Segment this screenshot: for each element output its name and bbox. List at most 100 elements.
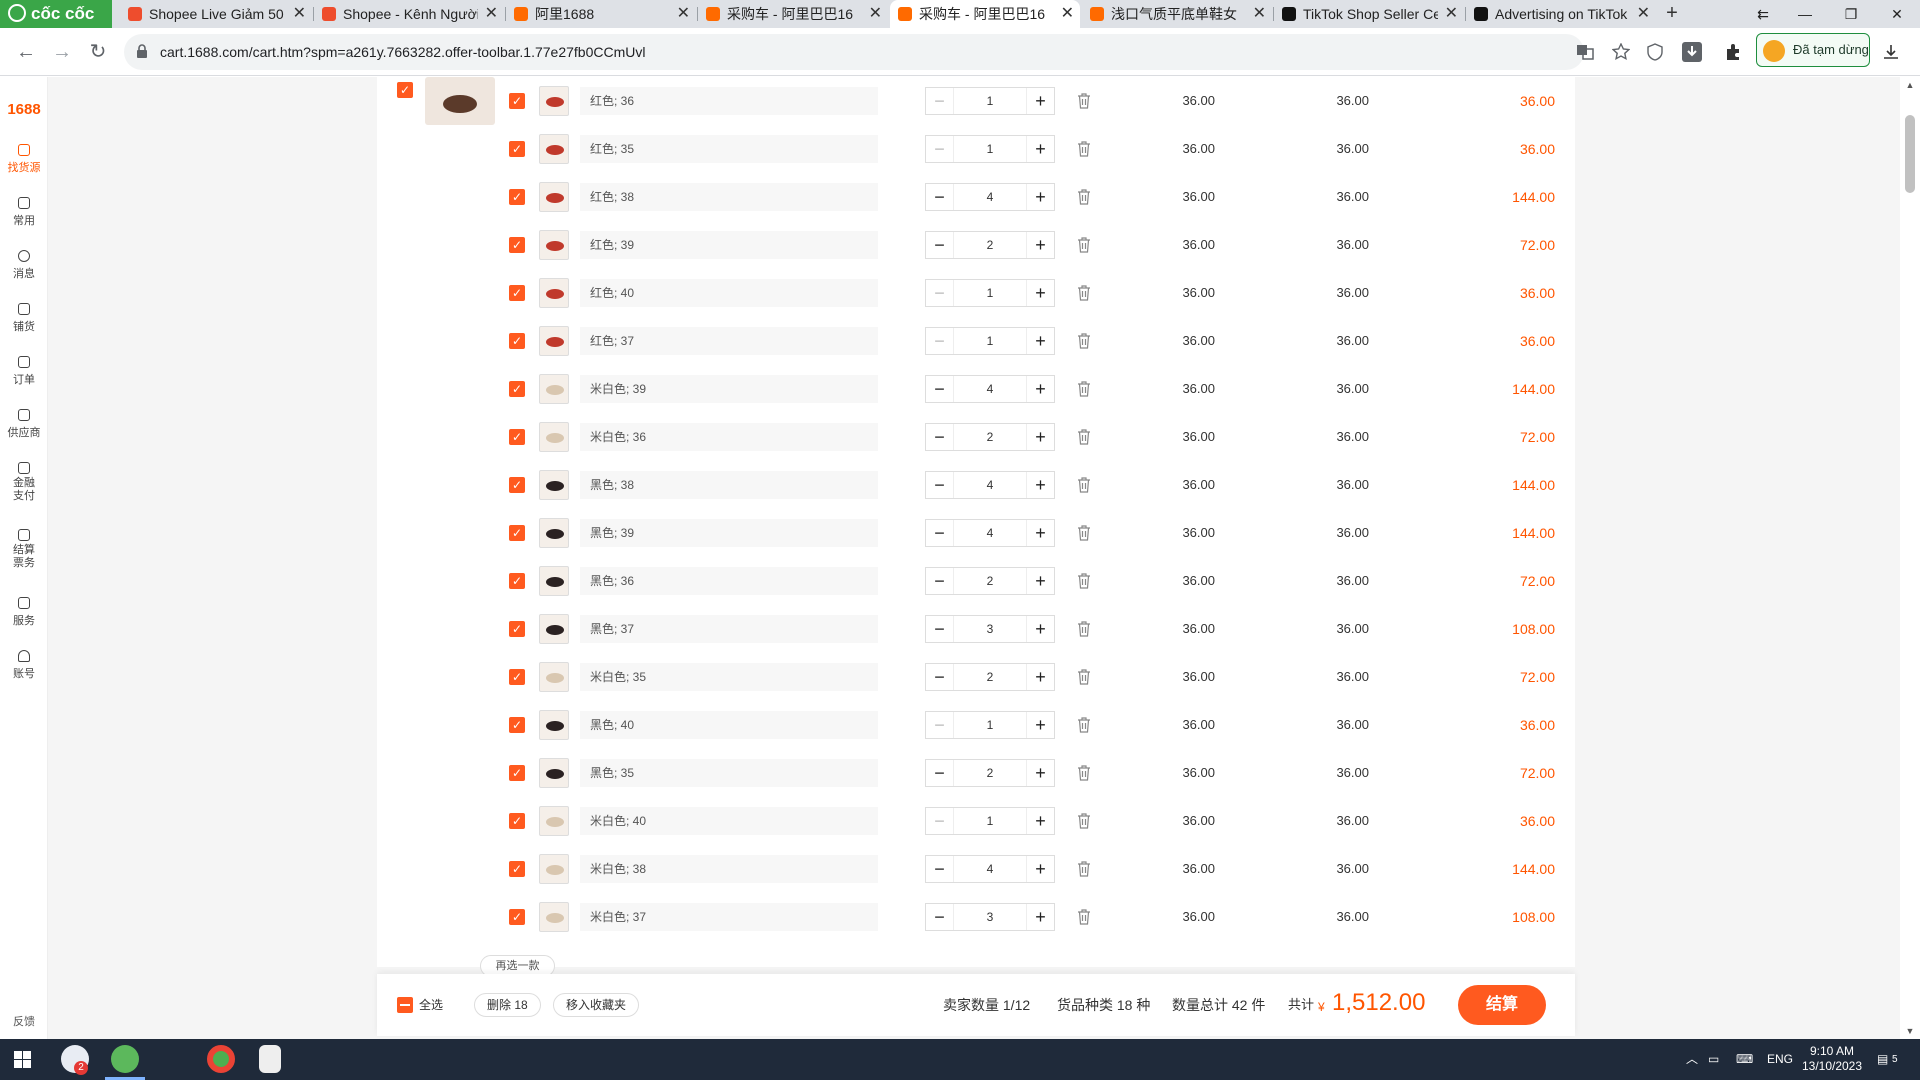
- item-thumbnail[interactable]: [539, 230, 569, 260]
- item-thumbnail[interactable]: [539, 566, 569, 596]
- quantity-input[interactable]: 3: [954, 904, 1026, 930]
- shield-icon[interactable]: [1646, 43, 1664, 61]
- restore-button[interactable]: ❐: [1828, 0, 1874, 28]
- download-manager-icon[interactable]: [1681, 41, 1703, 63]
- item-thumbnail[interactable]: [539, 902, 569, 932]
- delete-button[interactable]: 删除 18: [474, 993, 541, 1017]
- coccoc-taskbar-icon[interactable]: [111, 1045, 139, 1073]
- translate-icon[interactable]: [1576, 43, 1594, 61]
- close-tab-icon[interactable]: ✕: [1253, 0, 1266, 28]
- delete-trash-icon[interactable]: [1077, 381, 1091, 397]
- increase-quantity-button[interactable]: +: [1026, 472, 1054, 498]
- increase-quantity-button[interactable]: +: [1026, 376, 1054, 402]
- delete-trash-icon[interactable]: [1077, 621, 1091, 637]
- delete-trash-icon[interactable]: [1077, 477, 1091, 493]
- item-thumbnail[interactable]: [539, 854, 569, 884]
- select-all-checkbox[interactable]: [397, 997, 413, 1013]
- close-tab-icon[interactable]: ✕: [869, 0, 882, 28]
- delete-trash-icon[interactable]: [1077, 765, 1091, 781]
- tab-search-icon[interactable]: ⇇: [1740, 0, 1786, 28]
- browser-tab-product[interactable]: 浅口气质平底单鞋女 ✕: [1082, 0, 1272, 28]
- decrease-quantity-button[interactable]: −: [926, 520, 954, 546]
- increase-quantity-button[interactable]: +: [1026, 904, 1054, 930]
- increase-quantity-button[interactable]: +: [1026, 808, 1054, 834]
- item-thumbnail[interactable]: [539, 422, 569, 452]
- item-checkbox[interactable]: ✓: [509, 189, 525, 205]
- sidebar-item-account[interactable]: 账号: [0, 650, 48, 681]
- decrease-quantity-button[interactable]: −: [926, 472, 954, 498]
- chrome-taskbar-icon[interactable]: [207, 1045, 235, 1073]
- decrease-quantity-button[interactable]: −: [926, 760, 954, 786]
- delete-trash-icon[interactable]: [1077, 861, 1091, 877]
- scroll-up-arrow[interactable]: ▲: [1905, 80, 1915, 90]
- item-thumbnail[interactable]: [539, 374, 569, 404]
- delete-trash-icon[interactable]: [1077, 237, 1091, 253]
- increase-quantity-button[interactable]: +: [1026, 328, 1054, 354]
- quantity-input[interactable]: 4: [954, 472, 1026, 498]
- decrease-quantity-button[interactable]: −: [926, 280, 954, 306]
- select-all-label[interactable]: 全选: [419, 974, 443, 1036]
- sidebar-item-find-source[interactable]: 找货源: [0, 144, 48, 175]
- sidebar-item-services[interactable]: 服务: [0, 597, 48, 628]
- item-thumbnail[interactable]: [539, 326, 569, 356]
- item-checkbox[interactable]: ✓: [509, 93, 525, 109]
- scroll-down-arrow[interactable]: ▼: [1905, 1026, 1915, 1036]
- profile-paused-button[interactable]: Đã tạm dừng: [1756, 33, 1870, 67]
- decrease-quantity-button[interactable]: −: [926, 568, 954, 594]
- item-thumbnail[interactable]: [539, 806, 569, 836]
- quantity-input[interactable]: 4: [954, 184, 1026, 210]
- decrease-quantity-button[interactable]: −: [926, 328, 954, 354]
- quantity-input[interactable]: 3: [954, 616, 1026, 642]
- item-checkbox[interactable]: ✓: [509, 381, 525, 397]
- increase-quantity-button[interactable]: +: [1026, 760, 1054, 786]
- item-checkbox[interactable]: ✓: [509, 621, 525, 637]
- sidebar-item-finance[interactable]: 金融支付: [0, 462, 48, 503]
- item-thumbnail[interactable]: [539, 86, 569, 116]
- item-checkbox[interactable]: ✓: [509, 333, 525, 349]
- item-checkbox[interactable]: ✓: [509, 669, 525, 685]
- item-checkbox[interactable]: ✓: [509, 909, 525, 925]
- item-thumbnail[interactable]: [539, 518, 569, 548]
- sidebar-item-common[interactable]: 常用: [0, 197, 48, 228]
- browser-tab-shopee-kenh[interactable]: Shopee - Kênh Người ✕: [314, 0, 504, 28]
- item-thumbnail[interactable]: [539, 710, 569, 740]
- sidebar-logo[interactable]: 1688: [0, 101, 48, 118]
- item-checkbox[interactable]: ✓: [509, 477, 525, 493]
- item-checkbox[interactable]: ✓: [509, 237, 525, 253]
- star-bookmark-icon[interactable]: [1612, 43, 1630, 61]
- item-checkbox[interactable]: ✓: [509, 285, 525, 301]
- delete-trash-icon[interactable]: [1077, 573, 1091, 589]
- increase-quantity-button[interactable]: +: [1026, 232, 1054, 258]
- decrease-quantity-button[interactable]: −: [926, 712, 954, 738]
- back-button[interactable]: ←: [14, 40, 38, 64]
- decrease-quantity-button[interactable]: −: [926, 808, 954, 834]
- page-scrollbar[interactable]: [1900, 77, 1920, 1039]
- minimize-button[interactable]: —: [1782, 0, 1828, 28]
- quantity-input[interactable]: 2: [954, 568, 1026, 594]
- calculator-icon[interactable]: [259, 1045, 281, 1073]
- decrease-quantity-button[interactable]: −: [926, 856, 954, 882]
- browser-tab-cart-active[interactable]: 采购车 - 阿里巴巴16 ✕: [890, 0, 1080, 28]
- item-thumbnail[interactable]: [539, 134, 569, 164]
- item-checkbox[interactable]: ✓: [509, 717, 525, 733]
- keyboard-icon[interactable]: ⌨: [1736, 1039, 1753, 1080]
- delete-trash-icon[interactable]: [1077, 813, 1091, 829]
- increase-quantity-button[interactable]: +: [1026, 664, 1054, 690]
- move-to-favorites-button[interactable]: 移入收藏夹: [553, 993, 640, 1017]
- decrease-quantity-button[interactable]: −: [926, 376, 954, 402]
- decrease-quantity-button[interactable]: −: [926, 424, 954, 450]
- quantity-input[interactable]: 1: [954, 88, 1026, 114]
- close-tab-icon[interactable]: ✕: [485, 0, 498, 28]
- increase-quantity-button[interactable]: +: [1026, 856, 1054, 882]
- close-tab-icon[interactable]: ✕: [293, 0, 306, 28]
- browser-tab-1688[interactable]: 阿里1688 ✕: [506, 0, 696, 28]
- increase-quantity-button[interactable]: +: [1026, 280, 1054, 306]
- quantity-input[interactable]: 2: [954, 232, 1026, 258]
- close-window-button[interactable]: ✕: [1874, 0, 1920, 28]
- reload-button[interactable]: ↻: [86, 40, 110, 64]
- delete-trash-icon[interactable]: [1077, 429, 1091, 445]
- download-icon[interactable]: [1882, 43, 1900, 61]
- sidebar-item-suppliers[interactable]: 供应商: [0, 409, 48, 440]
- network-icon[interactable]: ▭: [1708, 1039, 1719, 1080]
- extensions-puzzle-icon[interactable]: [1724, 43, 1742, 61]
